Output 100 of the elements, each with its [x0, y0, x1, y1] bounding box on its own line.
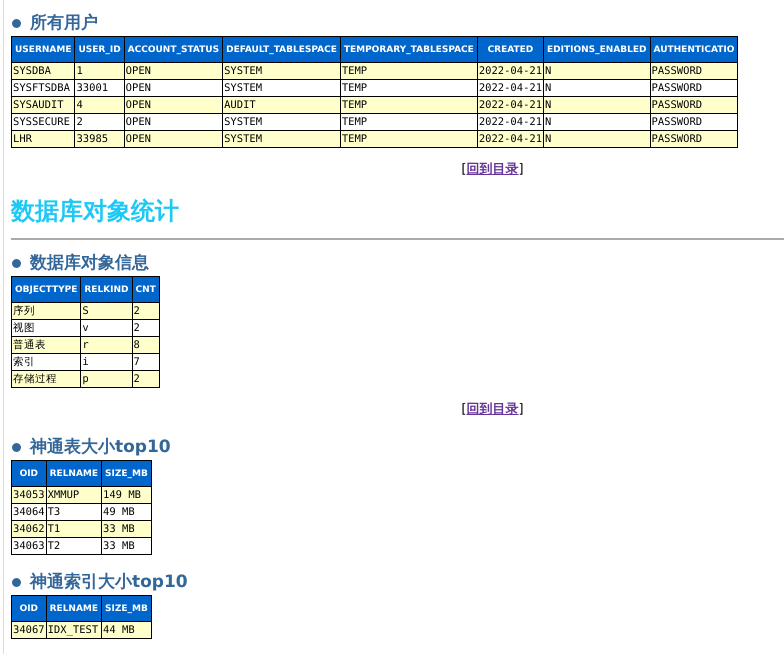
table-cell: 149 MB	[102, 486, 152, 504]
table-cell: TEMP	[340, 96, 478, 114]
table-cell: 34063	[12, 538, 46, 554]
table-cell: OPEN	[124, 114, 223, 130]
column-header: ACCOUNT_STATUS	[124, 36, 223, 62]
column-header: USER_ID	[74, 36, 124, 62]
section-heading: 神通索引大小top10	[30, 571, 188, 593]
table-cell: 34053	[12, 486, 46, 504]
column-header: RELNAME	[46, 460, 102, 486]
table-cell: OPEN	[124, 62, 223, 80]
section-heading: 数据库对象信息	[30, 252, 149, 274]
table-cell: SYSSECURE	[12, 114, 75, 130]
table-cell: SYSTEM	[222, 80, 340, 96]
column-header: USERNAME	[12, 36, 75, 62]
table-cell: T2	[46, 538, 102, 554]
table-cell: i	[80, 354, 132, 370]
column-header: RELKIND	[80, 276, 132, 302]
column-header: CNT	[132, 276, 160, 302]
bullet-icon	[12, 442, 21, 452]
column-header: RELNAME	[46, 596, 102, 622]
table-cell: PASSWORD	[650, 62, 738, 80]
table-cell: 索引	[12, 354, 81, 370]
table-cell: 存储过程	[12, 370, 81, 388]
table-cell: LHR	[12, 130, 75, 148]
table-cell: SYSAUDIT	[12, 96, 75, 114]
bracket: ]	[518, 162, 524, 177]
bracket: [	[461, 402, 466, 417]
bullet-icon	[12, 578, 21, 586]
table-cell: PASSWORD	[650, 130, 738, 148]
table-cell: S	[80, 302, 132, 320]
table-cell: 34064	[12, 504, 46, 520]
table-cell: SYSFTSDBA	[12, 80, 75, 96]
section-heading: 所有用户	[30, 12, 98, 34]
table-cell: 34062	[12, 520, 46, 538]
table-cell: OPEN	[124, 130, 223, 148]
table-cell: T1	[46, 520, 102, 538]
table-cell: p	[80, 370, 132, 388]
table-cell: 2	[132, 320, 160, 336]
column-header: CREATED	[477, 36, 544, 62]
table-cell: 7	[132, 354, 160, 370]
table-cell: N	[544, 62, 650, 80]
table-cell: IDX_TEST	[46, 622, 102, 638]
column-header: OBJECTTYPE	[12, 276, 81, 302]
table-cell: SYSDBA	[12, 62, 75, 80]
bracket: ]	[518, 402, 524, 417]
column-header: OID	[12, 460, 46, 486]
table-cell: 4	[74, 96, 124, 114]
table-cell: r	[80, 336, 132, 354]
section-heading: 神通表大小top10	[30, 436, 171, 458]
table-cell: 序列	[12, 302, 81, 320]
bullet-icon	[12, 258, 21, 268]
table-cell: 普通表	[12, 336, 81, 354]
table-cell: PASSWORD	[650, 114, 738, 130]
table-cell: 33 MB	[102, 538, 152, 554]
table-cell: N	[544, 96, 650, 114]
table-cell: SYSTEM	[222, 130, 340, 148]
table-cell: TEMP	[340, 80, 478, 96]
column-header: DEFAULT_TABLESPACE	[222, 36, 340, 62]
table-cell: N	[544, 130, 650, 148]
table-cell: 33001	[74, 80, 124, 96]
table-cell: N	[544, 114, 650, 130]
table-cell: XMMUP	[46, 486, 102, 504]
table-cell: TEMP	[340, 62, 478, 80]
column-header: EDITIONS_ENABLED	[544, 36, 650, 62]
table-cell: 2022-04-21	[477, 96, 544, 114]
table-cell: 2	[132, 370, 160, 388]
table-cell: 33985	[74, 130, 124, 148]
column-header: SIZE_MB	[102, 596, 152, 622]
table-cell: AUDIT	[222, 96, 340, 114]
table-cell: SYSTEM	[222, 62, 340, 80]
table-cell: TEMP	[340, 114, 478, 130]
table-cell: 8	[132, 336, 160, 354]
back-to-contents-link[interactable]: 回到目录	[466, 402, 518, 417]
table-cell: SYSTEM	[222, 114, 340, 130]
column-header: TEMPORARY_TABLESPACE	[340, 36, 478, 62]
table-cell: 2022-04-21	[477, 130, 544, 148]
back-to-contents-link[interactable]: 回到目录	[466, 162, 518, 177]
table-cell: 33 MB	[102, 520, 152, 538]
table-cell: 2022-04-21	[477, 62, 544, 80]
table-cell: PASSWORD	[650, 96, 738, 114]
table-cell: OPEN	[124, 80, 223, 96]
table-cell: 34067	[12, 622, 46, 638]
table-cell: 2022-04-21	[477, 80, 544, 96]
page-heading: 数据库对象统计	[11, 196, 180, 226]
table-cell: 44 MB	[102, 622, 152, 638]
bullet-icon	[12, 18, 21, 28]
table-cell: T3	[46, 504, 102, 520]
table-cell: 2022-04-21	[477, 114, 544, 130]
table-cell: 2	[74, 114, 124, 130]
table-cell: 1	[74, 62, 124, 80]
table-cell: TEMP	[340, 130, 478, 148]
table-cell: PASSWORD	[650, 80, 738, 96]
bracket: [	[461, 162, 466, 177]
table-cell: 49 MB	[102, 504, 152, 520]
table-cell: N	[544, 80, 650, 96]
column-header: OID	[12, 596, 46, 622]
column-header: SIZE_MB	[102, 460, 152, 486]
table-cell: 2	[132, 302, 160, 320]
column-header: AUTHENTICATIO	[650, 36, 738, 62]
table-cell: v	[80, 320, 132, 336]
